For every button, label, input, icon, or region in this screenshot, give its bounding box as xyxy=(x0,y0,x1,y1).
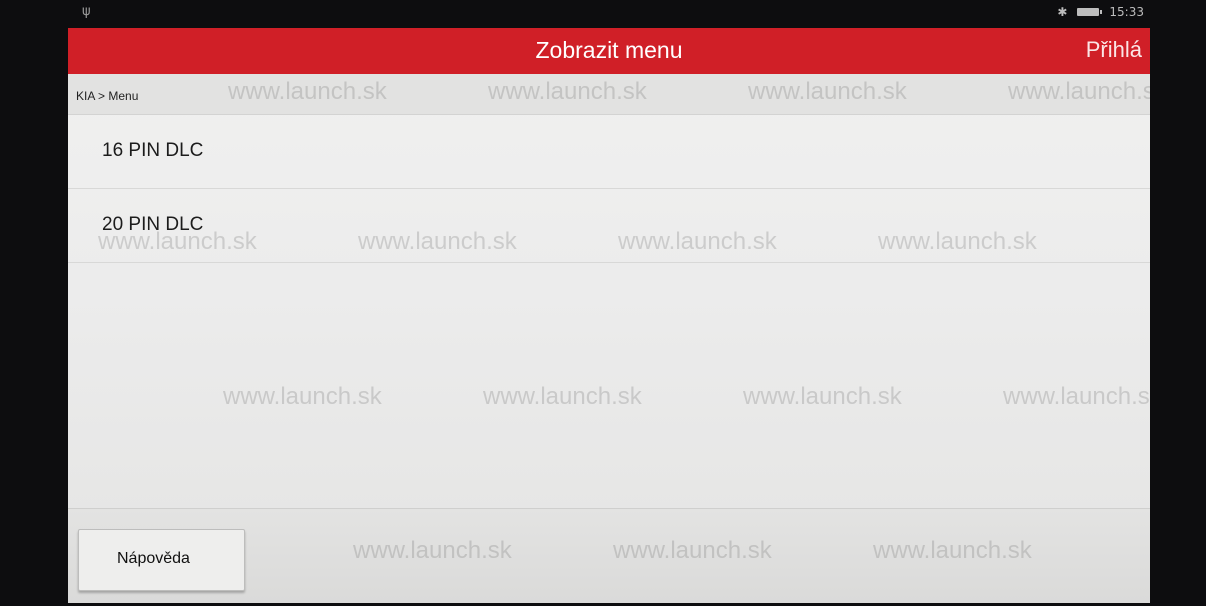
bluetooth-icon: ✱ xyxy=(1057,5,1068,19)
watermark: www.launch.sk xyxy=(873,537,1032,564)
menu-item-16-pin-dlc[interactable]: 16 PIN DLC xyxy=(68,115,1150,189)
watermark: www.launch.sk xyxy=(613,537,772,564)
menu-list: 16 PIN DLC 20 PIN DLC xyxy=(68,115,1150,263)
watermark: www.launch.sk xyxy=(743,383,902,410)
help-button-label: Nápověda xyxy=(117,550,190,567)
watermark: www.launch.sk xyxy=(483,383,642,410)
watermark: www.launch.sk xyxy=(1003,383,1150,410)
login-button[interactable]: Přihlá xyxy=(1086,37,1142,63)
app-screen: Zobrazit menu Přihlá KIA > Menu 16 PIN D… xyxy=(68,28,1150,603)
menu-item-label: 20 PIN DLC xyxy=(102,214,204,235)
signal-icon: ψ xyxy=(82,4,91,19)
battery-icon xyxy=(1077,8,1103,16)
status-icons: ✱ 15:33 xyxy=(1057,5,1144,19)
breadcrumb: KIA > Menu xyxy=(76,89,139,103)
breadcrumb-bar: KIA > Menu xyxy=(68,74,1150,115)
watermark: www.launch.sk xyxy=(223,383,382,410)
help-button[interactable]: Nápověda xyxy=(78,529,245,591)
footer-bar: Nápověda www.launch.sk www.launch.sk www… xyxy=(68,508,1150,603)
page-title: Zobrazit menu xyxy=(535,37,683,63)
status-time: 15:33 xyxy=(1109,5,1144,19)
menu-item-label: 16 PIN DLC xyxy=(102,140,204,161)
status-bar: ψ ✱ 15:33 xyxy=(70,0,1150,26)
menu-item-20-pin-dlc[interactable]: 20 PIN DLC xyxy=(68,189,1150,263)
app-bar: Zobrazit menu Přihlá xyxy=(68,28,1150,74)
watermark: www.launch.sk xyxy=(353,537,512,564)
